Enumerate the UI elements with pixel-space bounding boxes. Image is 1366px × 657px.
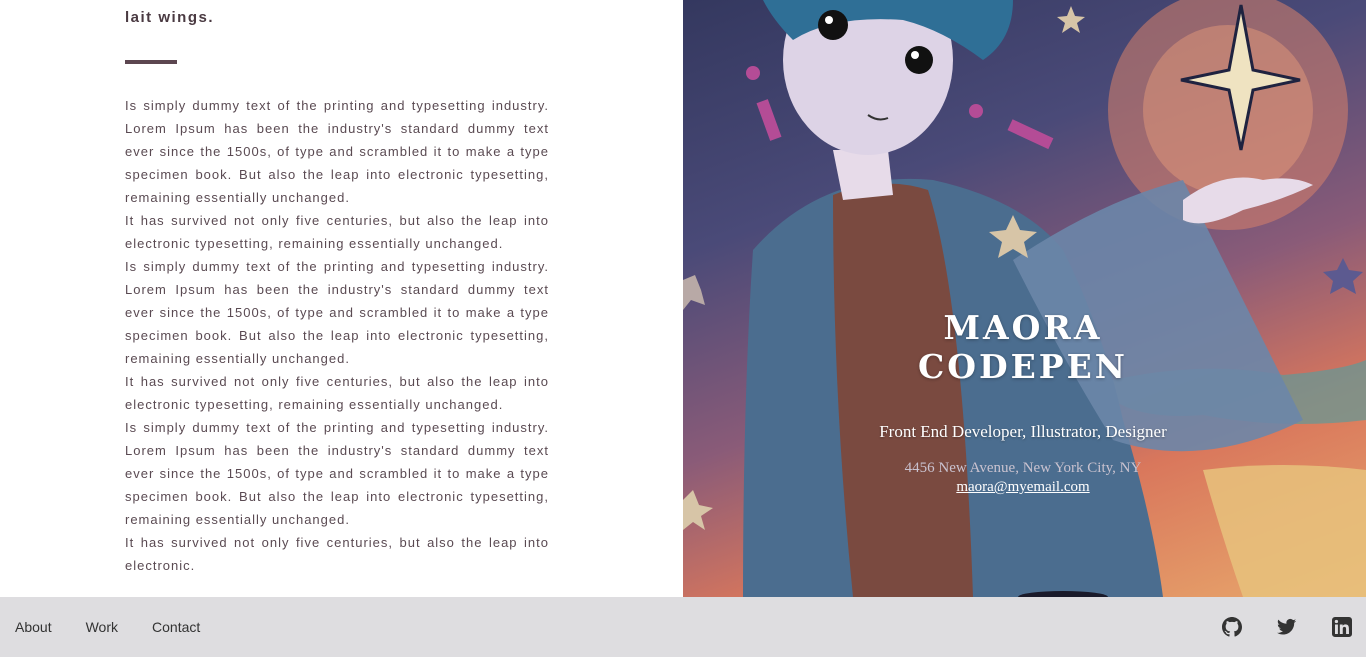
body-paragraph: Is simply dummy text of the printing and… (125, 98, 549, 205)
heading-divider (125, 60, 177, 64)
nav-link-work[interactable]: Work (86, 619, 118, 635)
hero-role: Front End Developer, Illustrator, Design… (879, 422, 1167, 441)
footer-bar: About Work Contact (0, 597, 1366, 657)
section-heading: lait wings. (125, 9, 215, 26)
character-illustration (683, 0, 1366, 597)
hero-intro: MAORA CODEPEN Front End Developer, Illus… (843, 308, 1203, 496)
twitter-icon[interactable] (1277, 617, 1297, 637)
email-link[interactable]: maora@myemail.com (956, 479, 1089, 496)
hero-name: MAORA CODEPEN (918, 308, 1128, 386)
body-paragraph: Is simply dummy text of the printing and… (125, 420, 549, 527)
body-paragraph: It has survived not only five centuries,… (125, 535, 549, 573)
hero-illustration-panel: MAORA CODEPEN Front End Developer, Illus… (683, 0, 1366, 597)
body-paragraph: It has survived not only five centuries,… (125, 374, 549, 412)
footer-nav: About Work Contact (15, 597, 234, 657)
about-body-text: Is simply dummy text of the printing and… (125, 94, 549, 577)
hero-address: 4456 New Avenue, New York City, NY (904, 460, 1142, 476)
about-content-panel: lait wings. Is simply dummy text of the … (0, 0, 683, 597)
linkedin-icon[interactable] (1332, 617, 1352, 637)
body-paragraph: It has survived not only five centuries,… (125, 213, 549, 251)
social-links (1187, 597, 1352, 657)
nav-link-about[interactable]: About (15, 619, 52, 635)
nav-link-contact[interactable]: Contact (152, 619, 200, 635)
body-paragraph: Is simply dummy text of the printing and… (125, 259, 549, 366)
github-icon[interactable] (1222, 617, 1242, 637)
